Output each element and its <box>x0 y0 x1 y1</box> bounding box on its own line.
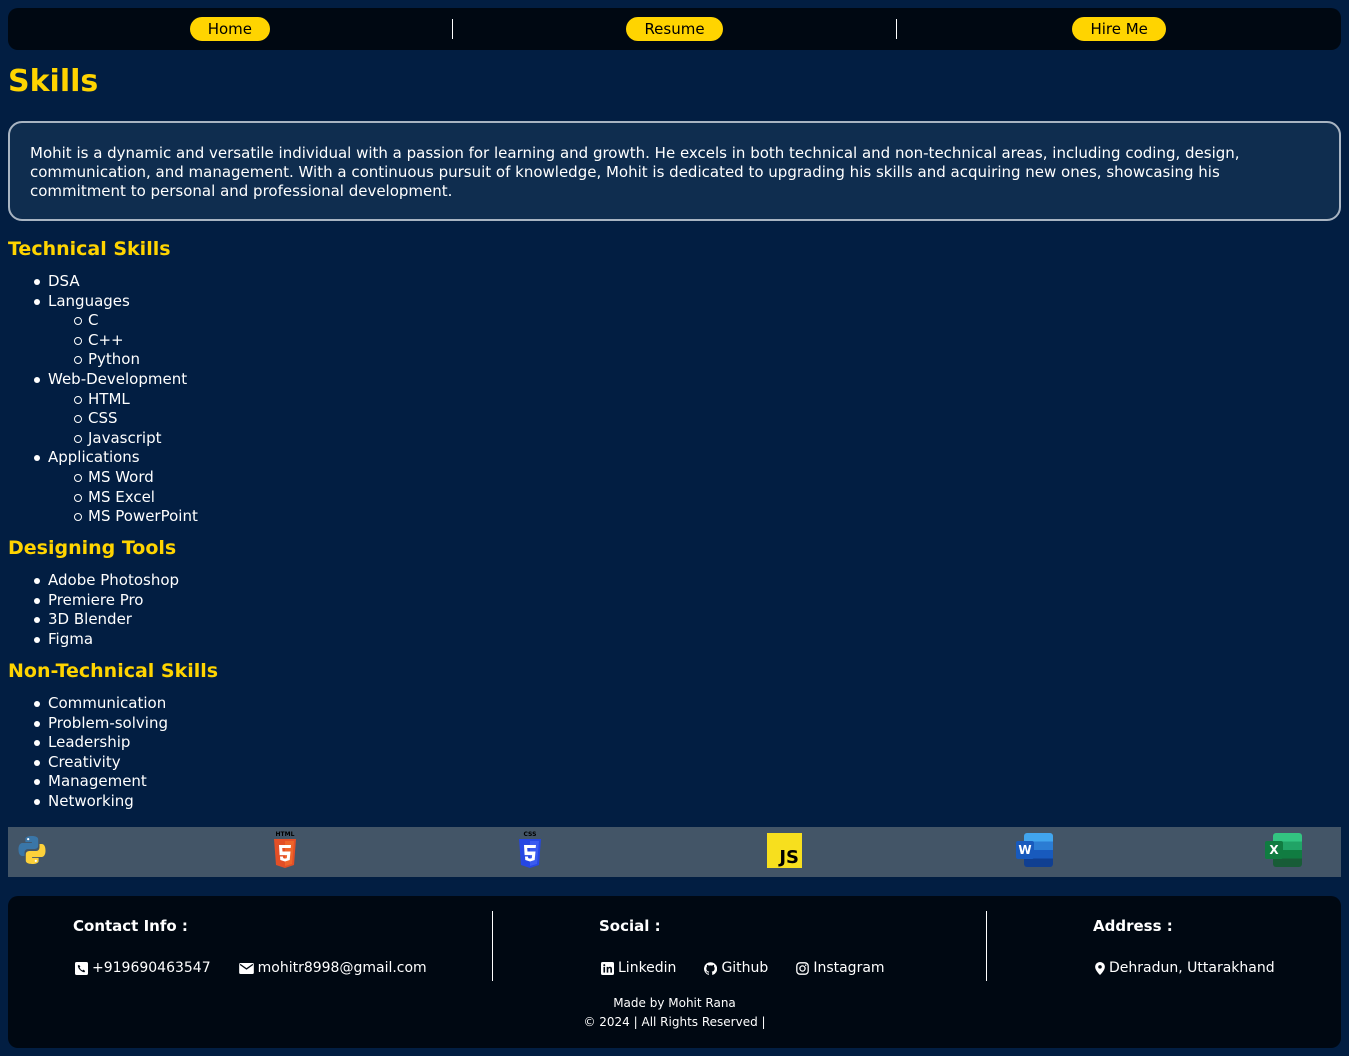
list-item: Networking <box>8 792 168 812</box>
copyright-text: © 2024 | All Rights Reserved | <box>583 1015 766 1029</box>
list-item: Applications MS Word MS Excel MS PowerPo… <box>8 448 198 526</box>
github-icon <box>704 961 718 975</box>
linkedin-label: Linkedin <box>618 960 677 976</box>
ms-word-icon: W <box>1016 833 1054 869</box>
technical-skills-list: DSA Languages C C++ Python Web-Developme… <box>8 272 198 527</box>
contact-info-column: Contact Info : +919690463547 mohitr8998@… <box>8 911 492 981</box>
skill-label: Web-Development <box>48 369 188 388</box>
intro-card: Mohit is a dynamic and versatile individ… <box>8 121 1341 221</box>
footer: Contact Info : +919690463547 mohitr8998@… <box>8 896 1341 1048</box>
list-item: Figma <box>8 630 179 650</box>
list-item: DSA <box>8 272 198 292</box>
top-nav: Home Resume Hire Me <box>8 8 1341 50</box>
contact-info-heading: Contact Info : <box>73 917 188 935</box>
email-link[interactable]: mohitr8998@gmail.com <box>238 959 427 977</box>
nav-hire-me-button[interactable]: Hire Me <box>1072 17 1166 41</box>
word-icon-label: W <box>1016 841 1034 859</box>
map-marker-icon <box>1095 961 1105 975</box>
nav-cell-resume: Resume <box>451 17 897 41</box>
instagram-link[interactable]: Instagram <box>796 959 885 977</box>
social-links: Linkedin Github Instagram <box>601 959 885 977</box>
address-heading: Address : <box>1093 917 1173 935</box>
sub-list: C C++ Python <box>48 311 198 370</box>
github-link[interactable]: Github <box>704 959 768 977</box>
phone-number: +919690463547 <box>92 960 211 976</box>
email-address: mohitr8998@gmail.com <box>257 960 427 976</box>
technical-skills-heading: Technical Skills <box>8 238 171 260</box>
list-item: Web-Development HTML CSS Javascript <box>8 370 198 448</box>
contact-items: +919690463547 mohitr8998@gmail.com <box>75 959 427 977</box>
linkedin-icon <box>601 961 614 975</box>
designing-tools-heading: Designing Tools <box>8 537 177 559</box>
list-item: MS Excel <box>48 488 198 508</box>
skill-label: Languages <box>48 291 130 310</box>
list-item: Adobe Photoshop <box>8 571 179 591</box>
address-item: Dehradun, Uttarakhand <box>1095 959 1275 977</box>
non-technical-skills-heading: Non-Technical Skills <box>8 660 219 682</box>
js-icon-label: JS <box>779 847 799 868</box>
list-item: Javascript <box>48 429 198 449</box>
non-technical-skills-list: Communication Problem-solving Leadership… <box>8 694 168 812</box>
skill-label: Applications <box>48 448 140 467</box>
sub-list: HTML CSS Javascript <box>48 390 198 449</box>
address-text: Dehradun, Uttarakhand <box>1109 960 1275 976</box>
made-by-text: Made by Mohit Rana <box>613 996 736 1010</box>
javascript-icon: JS <box>767 833 802 868</box>
sub-list: MS Word MS Excel MS PowerPoint <box>48 468 198 527</box>
social-column: Social : Linkedin Github Instagram <box>493 911 986 981</box>
html-icon-label: HTML <box>275 831 295 838</box>
html5-icon: HTML <box>272 831 308 868</box>
list-item: Python <box>48 350 198 370</box>
phone-square-icon <box>75 961 88 975</box>
github-label: Github <box>721 960 769 976</box>
envelope-icon <box>238 962 254 974</box>
instagram-icon <box>796 961 810 975</box>
list-item: Communication <box>8 694 168 714</box>
list-item: C <box>48 311 198 331</box>
linkedin-link[interactable]: Linkedin <box>601 959 676 977</box>
list-item: Leadership <box>8 733 168 753</box>
nav-cell-hire-me: Hire Me <box>896 17 1341 41</box>
phone-link[interactable]: +919690463547 <box>75 959 211 977</box>
list-item: Languages C C++ Python <box>8 292 198 370</box>
nav-cell-home: Home <box>8 17 452 41</box>
nav-resume-button[interactable]: Resume <box>626 17 723 41</box>
list-item: C++ <box>48 331 198 351</box>
list-item: HTML <box>48 390 198 410</box>
list-item: Creativity <box>8 753 168 773</box>
css3-icon: CSS <box>517 831 553 868</box>
list-item: Management <box>8 772 168 792</box>
list-item: 3D Blender <box>8 610 179 630</box>
tech-icon-bar: HTML CSS JS W X <box>8 827 1341 877</box>
python-icon <box>18 836 46 864</box>
page-title: Skills <box>8 64 99 99</box>
list-item: Problem-solving <box>8 714 168 734</box>
skill-label: DSA <box>48 272 80 290</box>
list-item: CSS <box>48 409 198 429</box>
address-items: Dehradun, Uttarakhand <box>1095 959 1275 977</box>
list-item: MS PowerPoint <box>48 507 198 527</box>
designing-tools-list: Adobe Photoshop Premiere Pro 3D Blender … <box>8 571 179 649</box>
css-icon-label: CSS <box>523 831 537 838</box>
social-heading: Social : <box>599 917 661 935</box>
excel-icon-label: X <box>1265 841 1283 859</box>
list-item: Premiere Pro <box>8 591 179 611</box>
list-item: MS Word <box>48 468 198 488</box>
instagram-label: Instagram <box>813 960 885 976</box>
address-column: Address : Dehradun, Uttarakhand <box>987 911 1341 981</box>
nav-home-button[interactable]: Home <box>189 17 270 41</box>
ms-excel-icon: X <box>1265 833 1303 869</box>
